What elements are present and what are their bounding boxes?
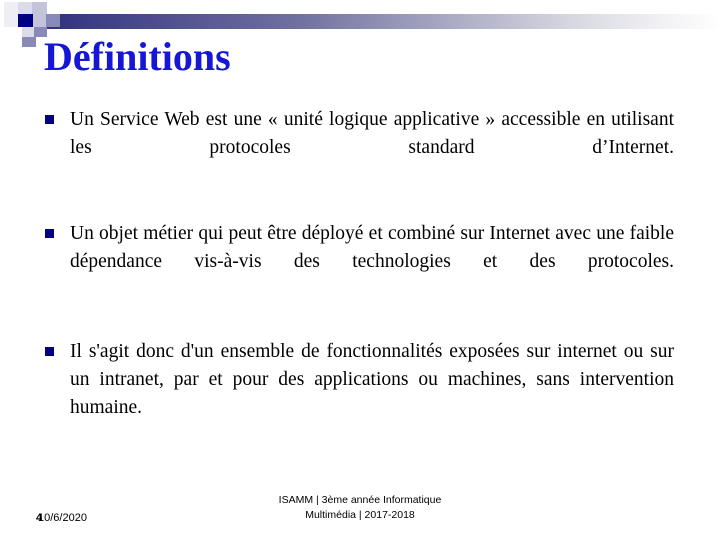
header-gradient-band	[33, 14, 720, 29]
deco-square-5	[33, 14, 46, 27]
deco-square-2	[18, 2, 32, 14]
bullet-text: Un Service Web est une « unité logique a…	[70, 109, 674, 158]
bullet-text: Il s'agit donc d'un ensemble de fonction…	[70, 341, 674, 418]
square-bullet-icon	[45, 229, 54, 238]
footer-line-1: ISAMM | 3ème année Informatique	[278, 494, 442, 506]
list-item: Un Service Web est une « unité logique a…	[42, 106, 674, 190]
list-item: Il s'agit donc d'un ensemble de fonction…	[42, 338, 674, 450]
footer-date: 10/6/2020	[38, 512, 87, 524]
deco-square-1	[4, 2, 18, 14]
footer-slide-number: 4	[36, 512, 43, 524]
footer-line-2: Multimédia | 2017-2018	[305, 509, 415, 521]
deco-square-7	[4, 14, 18, 27]
footer-center: ISAMM | 3ème année Informatique Multiméd…	[0, 493, 720, 523]
bullet-text: Un objet métier qui peut être déployé et…	[70, 223, 674, 272]
slide-canvas: Définitions Un Service Web est une « uni…	[0, 0, 720, 540]
square-bullet-icon	[45, 347, 54, 356]
page-title: Définitions	[44, 34, 231, 79]
deco-square-10	[22, 37, 36, 47]
square-bullet-icon	[45, 115, 54, 124]
deco-square-3	[32, 2, 47, 14]
deco-square-8	[22, 27, 34, 37]
slide-body: Un Service Web est une « unité logique a…	[42, 106, 674, 450]
deco-square-6	[46, 14, 60, 27]
deco-square-4	[18, 14, 33, 27]
list-item: Un objet métier qui peut être déployé et…	[42, 220, 674, 304]
